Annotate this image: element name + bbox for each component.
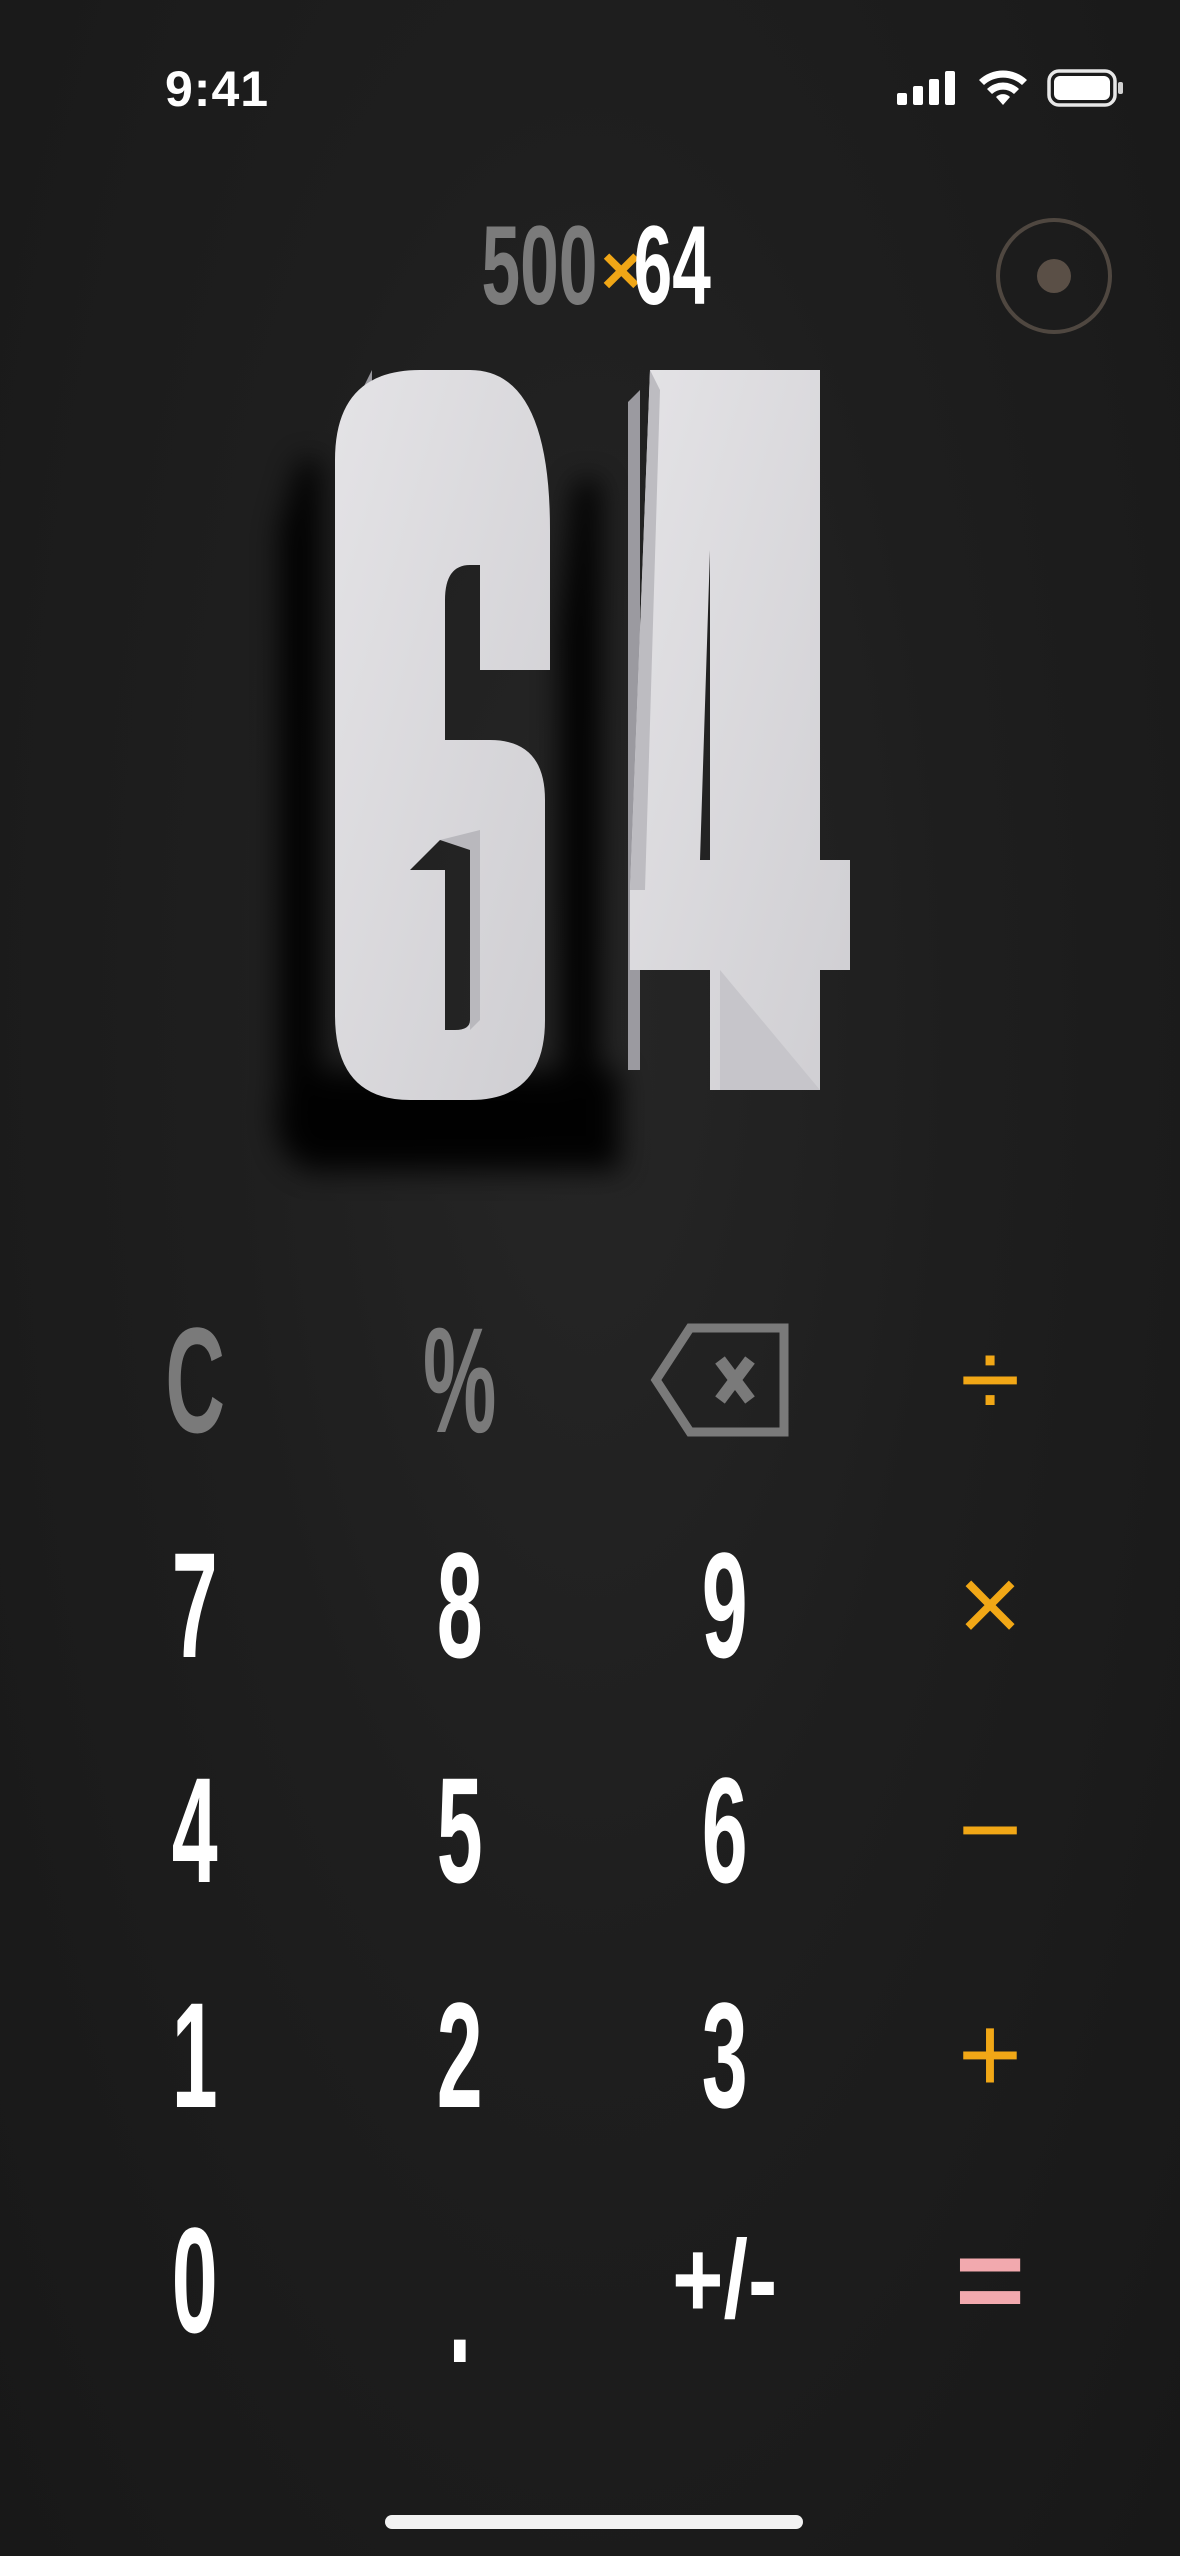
digit-4-button[interactable]: 4 — [75, 1730, 315, 1930]
clear-label: C — [165, 1296, 225, 1464]
home-indicator[interactable] — [385, 2515, 803, 2529]
digit-8-button[interactable]: 8 — [340, 1505, 580, 1705]
status-icons — [897, 68, 1125, 112]
digit-3-button[interactable]: 3 — [605, 1955, 845, 2155]
digit-9-button[interactable]: 9 — [605, 1505, 845, 1705]
digit-7-label: 7 — [172, 1521, 218, 1689]
backspace-button[interactable] — [600, 1280, 840, 1480]
digit-3-label: 3 — [702, 1971, 748, 2139]
status-bar: 9:41 — [0, 0, 1180, 180]
keypad: C % ÷ 7 8 9 × 4 5 6 − 1 2 3 + 0 . +/- = — [0, 1280, 1180, 2420]
digit-6-button[interactable]: 6 — [605, 1730, 845, 1930]
clear-button[interactable]: C — [75, 1280, 315, 1480]
digit-7-button[interactable]: 7 — [75, 1505, 315, 1705]
backspace-icon — [650, 1320, 790, 1440]
subtract-button[interactable]: − — [870, 1730, 1110, 1930]
add-button[interactable]: + — [870, 1955, 1110, 2155]
divide-label: ÷ — [959, 1318, 1021, 1441]
digit-2-button[interactable]: 2 — [340, 1955, 580, 2155]
equals-button[interactable]: = — [870, 2180, 1110, 2380]
digit-0-label: 0 — [172, 2196, 218, 2364]
status-time: 9:41 — [165, 61, 270, 117]
divide-button[interactable]: ÷ — [870, 1280, 1110, 1480]
display-digit-6 — [335, 370, 550, 1100]
multiply-label: × — [957, 1543, 1023, 1666]
subtract-label: − — [957, 1768, 1023, 1891]
digit-1-button[interactable]: 1 — [75, 1955, 315, 2155]
digit-5-label: 5 — [437, 1746, 483, 1914]
signal-icon — [897, 70, 959, 110]
digit-2-label: 2 — [437, 1971, 483, 2139]
result-display — [0, 330, 1180, 1230]
record-icon — [1037, 259, 1071, 293]
digit-8-label: 8 — [437, 1521, 483, 1689]
percent-label: % — [423, 1296, 497, 1464]
display-digit-4 — [630, 370, 850, 1090]
equals-label: = — [954, 2213, 1026, 2347]
multiply-button[interactable]: × — [870, 1505, 1110, 1705]
digit-1-label: 1 — [172, 1971, 218, 2139]
add-label: + — [957, 1993, 1023, 2116]
digit-9-label: 9 — [702, 1521, 748, 1689]
battery-icon — [1047, 68, 1125, 112]
digit-5-button[interactable]: 5 — [340, 1730, 580, 1930]
sign-toggle-button[interactable]: +/- — [605, 2180, 845, 2380]
record-button[interactable] — [996, 218, 1112, 334]
decimal-label: . — [448, 2226, 472, 2394]
expression-operand-a: 500 — [481, 203, 598, 328]
sign-toggle-label: +/- — [672, 2218, 778, 2341]
decimal-button[interactable]: . — [340, 2180, 580, 2385]
percent-button[interactable]: % — [340, 1280, 580, 1480]
digit-0-button[interactable]: 0 — [75, 2180, 315, 2380]
expression-operand-b: 64 — [633, 203, 711, 328]
digit-4-label: 4 — [172, 1746, 218, 1914]
wifi-icon — [977, 69, 1029, 112]
digit-6-label: 6 — [702, 1746, 748, 1914]
